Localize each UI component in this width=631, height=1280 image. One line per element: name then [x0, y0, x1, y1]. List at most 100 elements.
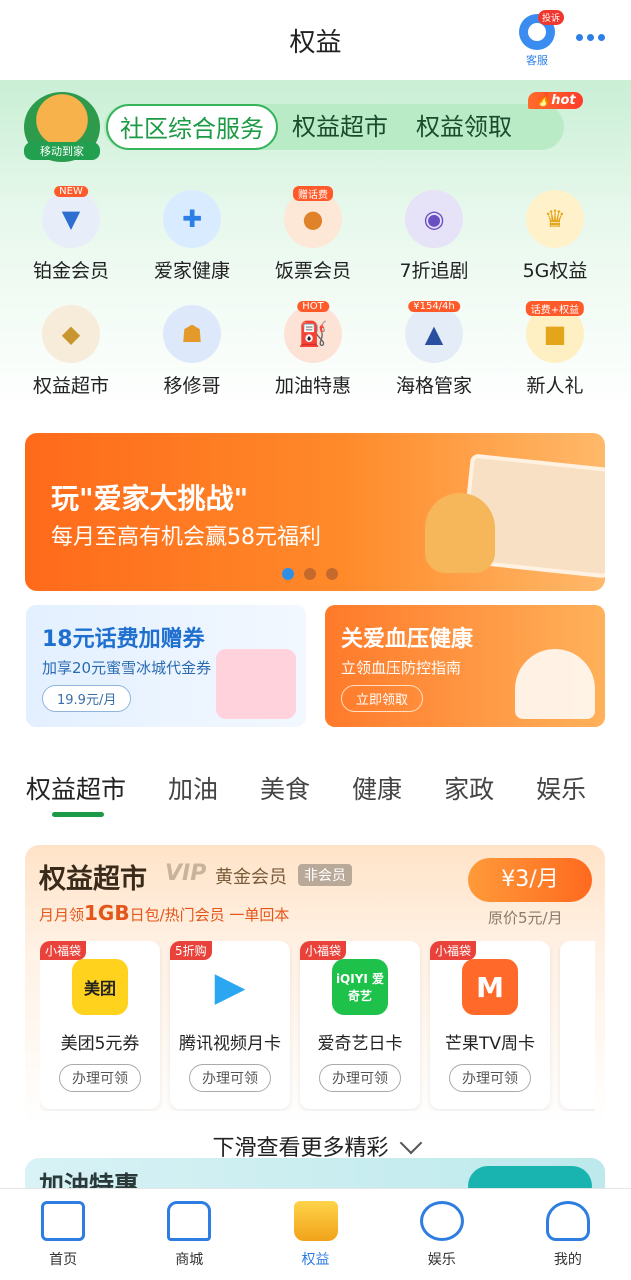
- card-name: 芒果TV周卡: [444, 1034, 535, 1054]
- banner-subline: 每月至高有机会赢58元福利: [51, 525, 321, 550]
- butler-icon: ▲ ¥154/4h: [405, 301, 463, 363]
- chevron-down-icon: [399, 1131, 422, 1155]
- carousel-dot-active[interactable]: [282, 568, 294, 580]
- grid-tag: HOT: [297, 301, 329, 312]
- active-tab-indicator: [52, 812, 104, 817]
- crown-5g-icon: ♛: [526, 190, 584, 248]
- subscribe-price-button[interactable]: ¥3/月: [468, 858, 592, 902]
- mango-tv-logo-icon: M: [462, 959, 518, 1015]
- grid-label: 5G权益: [522, 260, 588, 282]
- doctor-art-image: [515, 649, 595, 719]
- grid-label: 爱家健康: [153, 260, 230, 282]
- card-tag: 5折购: [170, 941, 212, 960]
- promo-card-phone-credit[interactable]: 18元话费加赠券 加享20元蜜雪冰城代金券 19.9元/月: [26, 605, 306, 727]
- grid-label: 新人礼: [526, 375, 584, 397]
- customer-service-label: 客服: [526, 54, 548, 67]
- market-subtitle: 月月领1GB日包/热门会员 一单回本: [39, 901, 290, 925]
- product-card[interactable]: 小福袋 美团 美团5元券 办理可领: [40, 941, 160, 1109]
- service-tabs: 社区综合服务 权益超市 权益领取: [104, 104, 564, 150]
- card-claim-button[interactable]: 办理可领: [319, 1064, 401, 1092]
- member-status-badge: 非会员: [298, 864, 352, 886]
- card-name: 腾讯视频月卡: [179, 1034, 281, 1054]
- tab-category-housekeeping[interactable]: 家政: [444, 770, 494, 810]
- more-options-icon[interactable]: [576, 34, 605, 41]
- tab-category-food[interactable]: 美食: [260, 770, 310, 810]
- card-claim-button[interactable]: 办理可领: [59, 1064, 141, 1092]
- grid-tag: 话费+权益: [525, 301, 585, 316]
- partial-logo-icon: [592, 959, 595, 1015]
- tab-category-health[interactable]: 健康: [352, 770, 402, 810]
- grid-item-repair[interactable]: ☗ 移修哥: [131, 305, 253, 398]
- tiger-mascot-logo: 移动到家: [24, 92, 100, 162]
- grid-label: 饭票会员: [274, 260, 351, 282]
- product-card[interactable]: 小福袋 iQIYI 爱奇艺 爱奇艺日卡 办理可领: [300, 941, 420, 1109]
- top-header: 权益 投诉 客服: [0, 0, 631, 80]
- grid-item-home-health[interactable]: ✚ 爱家健康: [131, 190, 253, 283]
- card-claim-button[interactable]: 办理可领: [449, 1064, 531, 1092]
- grid-item-5g-rights[interactable]: ♛ 5G权益: [494, 190, 616, 283]
- grid-label: 加油特惠: [274, 375, 351, 397]
- card-tag: 小福袋: [300, 941, 347, 960]
- nav-label: 权益: [301, 1252, 330, 1268]
- grid-label: 7折追剧: [399, 260, 469, 282]
- original-price: 原价5元/月: [488, 909, 563, 927]
- customer-service-button[interactable]: 投诉 客服: [512, 10, 564, 70]
- promo-claim-button[interactable]: 立即领取: [341, 685, 424, 712]
- carousel-dots: [282, 568, 338, 580]
- tiger-worker-image: [425, 493, 495, 573]
- member-tier: 黄金会员: [215, 867, 287, 888]
- tab-rights-market[interactable]: 权益超市: [278, 104, 402, 150]
- card-name: 1(: [560, 1029, 595, 1049]
- promo-card-blood-pressure[interactable]: 关爱血压健康 立领血压防控指南 立即领取: [325, 605, 605, 727]
- grid-tag: ¥154/4h: [408, 301, 460, 312]
- grid-label: 移修哥: [163, 375, 221, 397]
- user-icon: [545, 1201, 590, 1241]
- grid-item-platinum-member[interactable]: ▼ NEW 铂金会员: [10, 186, 132, 283]
- grid-label: 铂金会员: [32, 260, 109, 282]
- tab-category-entertainment[interactable]: 娱乐: [536, 770, 586, 810]
- nav-store[interactable]: 商城: [126, 1189, 252, 1280]
- promo-title: 关爱血压健康: [341, 627, 474, 652]
- promo-subtitle: 立领血压防控指南: [341, 659, 462, 677]
- carousel-dot[interactable]: [326, 568, 338, 580]
- grid-item-fuel-discount[interactable]: ⛽ HOT 加油特惠: [252, 301, 374, 398]
- carousel-dot[interactable]: [304, 568, 316, 580]
- nav-entertainment[interactable]: 娱乐: [379, 1189, 505, 1280]
- grid-item-new-user-gift[interactable]: ■ 话费+权益 新人礼: [494, 301, 616, 398]
- nav-me[interactable]: 我的: [505, 1189, 631, 1280]
- smile-icon: [419, 1201, 464, 1241]
- card-tag: 小福袋: [40, 941, 87, 960]
- nav-label: 我的: [553, 1252, 582, 1268]
- meituan-logo-icon: 美团: [72, 959, 128, 1015]
- grid-item-rights-market[interactable]: ◆ 权益超市: [10, 305, 132, 398]
- home-icon: [41, 1201, 86, 1241]
- promo-price-button[interactable]: 19.9元/月: [42, 685, 132, 712]
- grid-item-meal-member[interactable]: ● 赠话费 饭票会员: [252, 186, 374, 283]
- mascot-tag: 移动到家: [24, 142, 100, 160]
- grid-tag: 赠话费: [293, 186, 333, 201]
- product-card[interactable]: 5折购 ▶ 腾讯视频月卡 办理可领: [170, 941, 290, 1109]
- banner-headline: 玩"爱家大挑战": [51, 482, 249, 515]
- nav-rights[interactable]: 权益: [252, 1189, 378, 1280]
- repair-tiger-icon: ☗: [163, 305, 221, 363]
- tab-rights-claim[interactable]: 权益领取: [402, 104, 526, 150]
- tab-category-fuel[interactable]: 加油: [168, 770, 218, 810]
- nav-label: 首页: [49, 1252, 78, 1268]
- store-icon: [167, 1201, 212, 1241]
- product-card[interactable]: 小福袋 M 芒果TV周卡 办理可领: [430, 941, 550, 1109]
- bottom-navigation: 首页 商城 权益 娱乐 我的: [0, 1188, 631, 1280]
- grid-item-butler[interactable]: ▲ ¥154/4h 海格管家: [373, 301, 495, 398]
- crown-v-icon: [293, 1201, 338, 1241]
- card-claim-button[interactable]: 办理可领: [189, 1064, 271, 1092]
- tab-category-rights-market[interactable]: 权益超市: [26, 770, 126, 810]
- product-card[interactable]: 1( 办: [560, 941, 595, 1109]
- grid-item-drama-discount[interactable]: ◉ 7折追剧: [373, 190, 495, 283]
- nav-label: 娱乐: [427, 1252, 456, 1268]
- nav-home[interactable]: 首页: [0, 1189, 126, 1280]
- nav-label: 商城: [175, 1252, 204, 1268]
- medical-kit-icon: ✚: [163, 190, 221, 248]
- card-name: 爱奇艺日卡: [317, 1034, 403, 1054]
- tab-community-service[interactable]: 社区综合服务: [106, 104, 278, 150]
- film-reel-icon: ◉: [405, 190, 463, 248]
- gift-new-icon: ■ 话费+权益: [525, 301, 585, 363]
